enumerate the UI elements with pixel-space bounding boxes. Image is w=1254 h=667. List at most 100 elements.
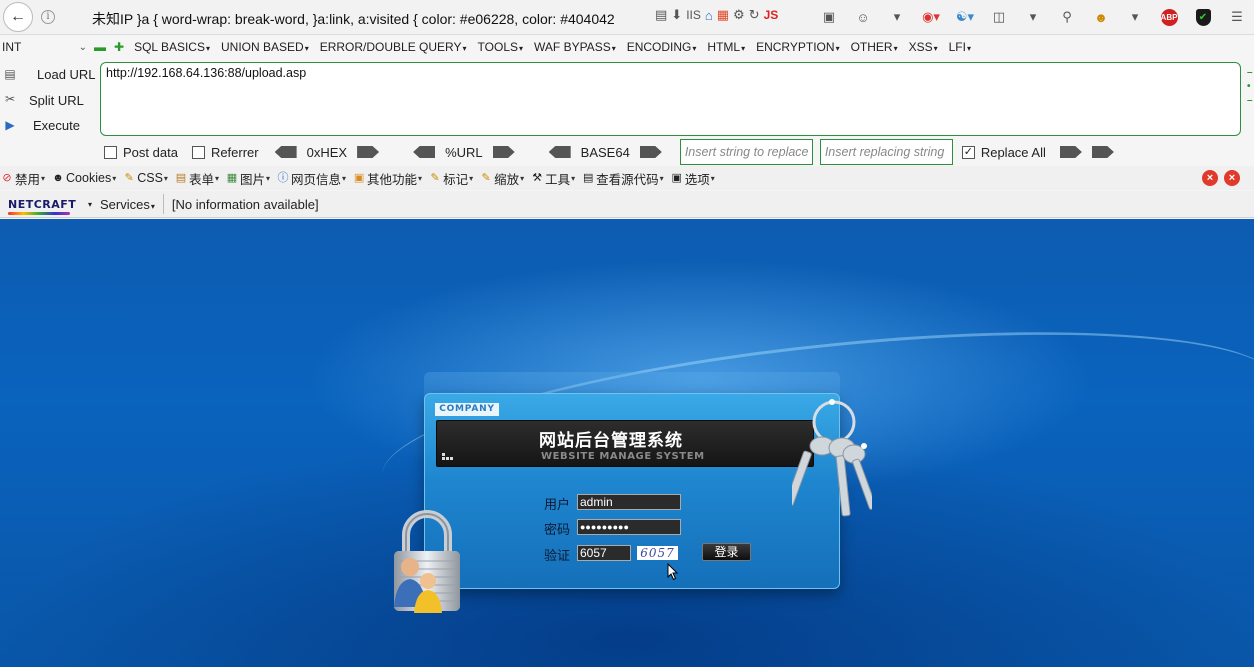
referrer-option[interactable]: Referrer xyxy=(191,144,259,160)
palette-icon[interactable]: ☺ xyxy=(846,6,880,28)
hex-decode-arrow-icon[interactable] xyxy=(274,146,297,158)
record-icon[interactable]: ◉▾ xyxy=(914,6,948,28)
menu-error-double-query[interactable]: ERROR/DOUBLE QUERY xyxy=(320,40,467,54)
replace-all-checkbox[interactable]: ✓ xyxy=(961,145,975,159)
insert-replacing-input[interactable]: Insert replacing string xyxy=(819,139,953,165)
username-input[interactable]: admin xyxy=(577,494,681,510)
minus-icon[interactable]: ▬ xyxy=(94,40,106,54)
share-icon[interactable]: ◫ xyxy=(982,6,1016,28)
menu-dropdown-icon[interactable]: ▾ xyxy=(1016,6,1050,28)
wd-cookies-menu[interactable]: ☻ Cookies xyxy=(51,171,116,185)
tab-icon[interactable]: ▤ xyxy=(655,7,667,23)
netcraft-services-menu[interactable]: Services xyxy=(100,197,155,212)
wd-css-menu[interactable]: ✎ CSS xyxy=(122,171,168,185)
menu-xss[interactable]: XSS xyxy=(909,40,938,54)
toolbar-right: ▣ ☺ ▾ ◉▾ ☯▾ ◫ ▾ ⚲ ☻ ▾ ABP ✔ ☰ xyxy=(812,6,1254,28)
close-all-icon[interactable]: × xyxy=(1224,170,1240,186)
wd-disable-menu[interactable]: ⊘ 禁用 xyxy=(0,169,45,188)
home-icon[interactable]: ⌂ xyxy=(705,8,713,23)
face-icon[interactable]: ☻ xyxy=(1084,6,1118,28)
login-button[interactable]: 登录 xyxy=(702,543,751,561)
wd-images-menu[interactable]: ▦ 图片 xyxy=(225,169,270,188)
post-data-checkbox[interactable] xyxy=(104,145,117,159)
url-encode-arrow-icon[interactable] xyxy=(492,146,515,158)
settings-gear-icon[interactable]: ⚙ xyxy=(733,7,745,23)
base64-encode-arrow-icon[interactable] xyxy=(639,146,662,158)
insert-string-input[interactable]: Insert string to replace xyxy=(679,139,813,165)
split-url-button[interactable]: ✂ Split URL xyxy=(0,88,96,114)
execute-button[interactable]: ▶ Execute xyxy=(0,113,96,139)
wd-source-menu[interactable]: ▤ 查看源代码 xyxy=(581,169,664,188)
wd-resize-menu[interactable]: ✎ 缩放 xyxy=(479,169,524,188)
menu-lfi[interactable]: LFI xyxy=(949,40,971,54)
js-label[interactable]: JS xyxy=(764,8,779,22)
menu-html[interactable]: HTML xyxy=(707,40,745,54)
captcha-image[interactable]: 6057 xyxy=(637,546,678,560)
int-select[interactable]: INT ⌄ xyxy=(2,38,90,56)
menu-encryption[interactable]: ENCRYPTION xyxy=(756,40,839,54)
replace-all-label: Replace All xyxy=(980,144,1046,160)
replace-arrow-icon[interactable] xyxy=(1059,146,1082,158)
referrer-checkbox[interactable] xyxy=(191,145,205,159)
load-url-button[interactable]: ▤ Load URL xyxy=(0,62,96,88)
download-icon[interactable]: ⬇ xyxy=(671,7,682,23)
wd-options-menu[interactable]: ▣ 选项 xyxy=(670,169,715,188)
wd-outline-menu[interactable]: ✎ 标记 xyxy=(428,169,473,188)
menu-other[interactable]: OTHER xyxy=(851,40,898,54)
verify-code-input[interactable]: 6057 xyxy=(577,545,631,561)
address-bar-text[interactable]: 未知IP }a { word-wrap: break-word, }a:link… xyxy=(92,9,652,29)
verify-label: 验证 xyxy=(544,549,571,564)
more-dropdown-icon[interactable]: ▾ xyxy=(1118,6,1152,28)
menu-waf-bypass[interactable]: WAF BYPASS xyxy=(534,40,616,54)
wd-misc-menu[interactable]: ▣ 其他功能 xyxy=(352,169,422,188)
hackbar-options: Post data Referrer 0xHEX %URL BASE64 Ins… xyxy=(104,139,1124,165)
wd-tools-menu[interactable]: ⚒ 工具 xyxy=(530,169,575,188)
wd-cookies-label: Cookies xyxy=(66,171,112,185)
netcraft-toolbar: NETCRAFT ▾ Services [No information avai… xyxy=(0,191,1254,218)
post-data-option[interactable]: Post data xyxy=(104,145,178,160)
netcraft-logo[interactable]: NETCRAFT xyxy=(8,198,76,215)
plus-icon[interactable]: ✚ xyxy=(114,40,124,54)
dropdown-icon[interactable]: ▾ xyxy=(880,6,914,28)
close-toolbar-icon[interactable]: × xyxy=(1202,170,1218,186)
extension-icons: ▤ ⬇ IIS ⌂ ▦ ⚙ ↻ JS xyxy=(655,7,782,23)
password-input[interactable]: ●●●●●●●●● xyxy=(577,519,681,535)
misc-icon: ▣ xyxy=(353,172,365,184)
base64-decode-arrow-icon[interactable] xyxy=(548,146,571,158)
hex-encode-arrow-icon[interactable] xyxy=(357,146,380,158)
menu-union-based[interactable]: UNION BASED xyxy=(221,40,309,54)
back-arrow-icon[interactable]: ← xyxy=(3,2,33,32)
split-url-label: Split URL xyxy=(29,92,84,108)
refresh-icon[interactable]: ↻ xyxy=(749,7,760,23)
wd-forms-menu[interactable]: ▤ 表单 xyxy=(174,169,219,188)
iis-label[interactable]: IIS xyxy=(686,8,701,22)
disable-icon: ⊘ xyxy=(2,172,12,184)
login-panel: COMPANY 网站后台管理系统 WEBSITE MANAGE SYSTEM 用… xyxy=(424,393,840,589)
menu-encoding[interactable]: ENCODING xyxy=(627,40,697,54)
globe-icon[interactable]: ☯▾ xyxy=(948,6,982,28)
menu-tools[interactable]: TOOLS xyxy=(478,40,523,54)
resize-pencil-icon: ✎ xyxy=(481,172,491,184)
shield-icon[interactable]: ✔ xyxy=(1186,6,1220,28)
url-decode-arrow-icon[interactable] xyxy=(413,146,436,158)
execute-icon: ▶ xyxy=(5,117,15,132)
wd-info-label: 网页信息 xyxy=(291,172,342,187)
replace-all-arrow-icon[interactable] xyxy=(1091,146,1114,158)
referrer-label: Referrer xyxy=(210,144,259,160)
menu-sql-basics[interactable]: SQL BASICS xyxy=(134,40,210,54)
search-icon[interactable]: ⚲ xyxy=(1050,6,1084,28)
windows-icon[interactable]: ▦ xyxy=(717,7,729,23)
hamburger-menu-icon[interactable]: ☰ xyxy=(1220,6,1254,28)
translate-icon[interactable]: ▣ xyxy=(812,6,846,28)
chevron-down-icon: ⌄ xyxy=(78,41,87,53)
info-icon[interactable]: i xyxy=(41,10,55,24)
wd-info-menu[interactable]: ⓘ 网页信息 xyxy=(276,169,346,188)
shield-glyph: ✔ xyxy=(1195,8,1211,26)
int-select-value: INT xyxy=(2,40,22,54)
replace-all-option[interactable]: ✓ Replace All xyxy=(961,144,1046,160)
resize-handle[interactable]: – • – xyxy=(1247,66,1253,108)
split-url-icon: ✂ xyxy=(4,92,16,107)
url-textarea[interactable]: http://192.168.64.136:88/upload.asp xyxy=(100,62,1241,136)
adblock-icon[interactable]: ABP xyxy=(1152,6,1186,28)
load-url-icon: ▤ xyxy=(4,66,16,81)
